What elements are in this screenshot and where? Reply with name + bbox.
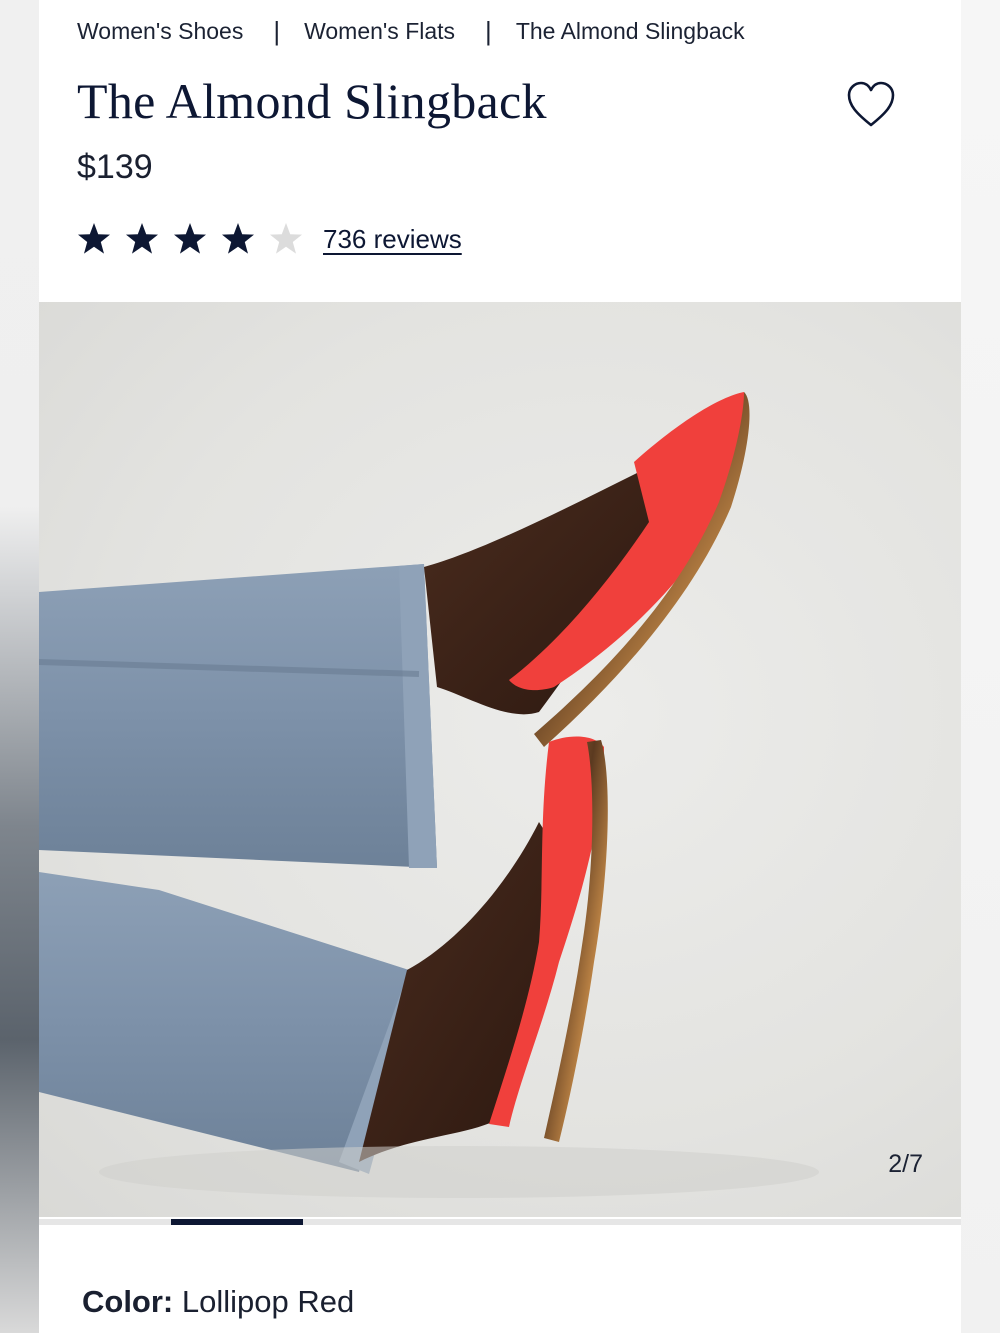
gallery-progress-indicator — [171, 1219, 303, 1225]
product-photo-illustration — [39, 392, 819, 1198]
product-image[interactable]: 2/7 — [39, 302, 961, 1217]
product-price: $139 — [77, 148, 153, 186]
star-filled-icon — [174, 223, 206, 254]
star-filled-icon — [222, 223, 254, 254]
reviews-link[interactable]: 736 reviews — [323, 224, 462, 255]
product-title: The Almond Slingback — [77, 73, 547, 129]
star-rating — [77, 222, 303, 256]
star-filled-icon — [78, 223, 110, 254]
color-label: Color: — [82, 1284, 174, 1319]
breadcrumb-item-current[interactable]: The Almond Slingback — [516, 18, 745, 45]
left-background-edge — [0, 0, 39, 1333]
gallery-progress-track — [39, 1219, 961, 1225]
star-filled-icon — [126, 223, 158, 254]
breadcrumb-separator: | — [273, 16, 281, 46]
rating-row: 736 reviews — [77, 222, 462, 256]
color-value: Lollipop Red — [181, 1284, 355, 1319]
upper-jeans-leg — [39, 564, 437, 868]
right-background-edge — [961, 0, 1000, 1333]
favorite-button[interactable] — [846, 81, 896, 129]
star-empty-icon — [270, 223, 302, 254]
breadcrumb: Women's Shoes | Women's Flats | The Almo… — [77, 16, 745, 47]
product-panel: Women's Shoes | Women's Flats | The Almo… — [39, 0, 961, 1333]
image-counter: 2/7 — [888, 1150, 923, 1178]
heart-icon — [847, 81, 895, 127]
breadcrumb-item-womens-flats[interactable]: Women's Flats — [304, 18, 455, 45]
breadcrumb-separator: | — [485, 16, 492, 46]
breadcrumb-item-womens-shoes[interactable]: Women's Shoes — [77, 18, 243, 45]
color-selection: Color: Lollipop Red — [82, 1284, 354, 1320]
